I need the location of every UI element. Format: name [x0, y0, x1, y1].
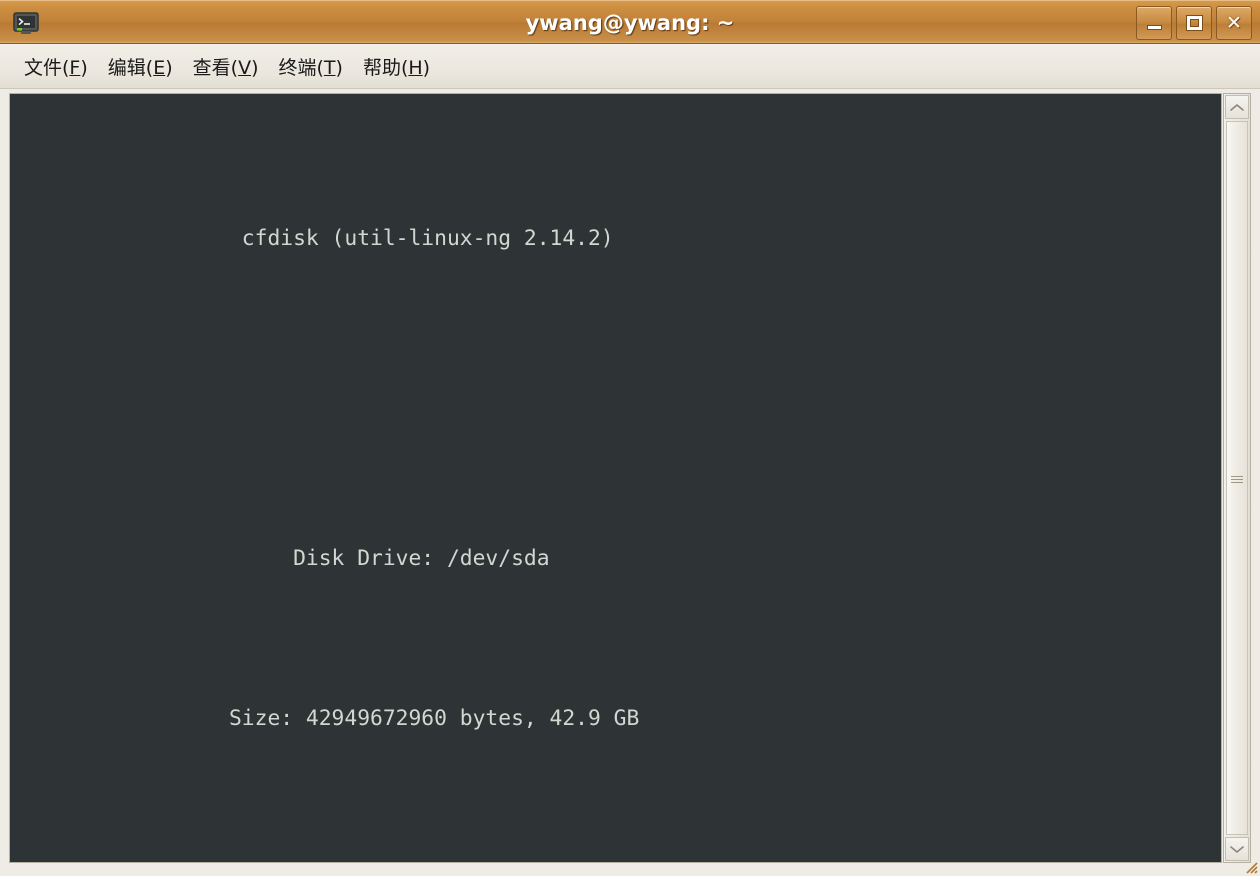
- minimize-icon: [1137, 7, 1171, 39]
- menu-item-edit[interactable]: 编辑(E): [98, 51, 183, 82]
- chevron-up-icon: [1230, 103, 1244, 111]
- scrollbar-thumb[interactable]: [1226, 121, 1248, 835]
- menu-accel-terminal: T: [323, 56, 336, 79]
- menu-label-terminal-text: 终端(: [278, 56, 324, 79]
- menu-label-edit-tail: ): [165, 56, 173, 79]
- scroll-up-button[interactable]: [1225, 95, 1249, 119]
- close-button[interactable]: ✕: [1216, 6, 1252, 40]
- disk-size-label: Size: 42949672960 bytes, 42.9 GB: [228, 706, 640, 731]
- window-titlebar: ywang@ywang: ~ ✕: [0, 0, 1260, 44]
- window-title: ywang@ywang: ~: [525, 11, 735, 35]
- close-icon: ✕: [1226, 11, 1242, 34]
- menu-label-view-text: 查看(: [192, 56, 239, 79]
- menu-label-file-tail: ): [80, 56, 88, 79]
- menu-accel-file: F: [69, 56, 81, 79]
- menu-item-file[interactable]: 文件(F): [14, 51, 98, 82]
- cfdisk-title-line: cfdisk (util-linux-ng 2.14.2): [11, 223, 1220, 255]
- menu-accel-view: V: [238, 56, 252, 79]
- scroll-down-button[interactable]: [1225, 837, 1249, 861]
- terminal-screen[interactable]: cfdisk (util-linux-ng 2.14.2) Disk Drive…: [11, 95, 1220, 861]
- menu-label-file-text: 文件(: [24, 56, 70, 79]
- disk-size-line: Size: 42949672960 bytes, 42.9 GB: [11, 703, 1220, 735]
- menubar: 文件(F) 编辑(E) 查看(V) 终端(T) 帮助(H): [0, 44, 1260, 89]
- window-resize-grip[interactable]: [1243, 859, 1259, 875]
- scrollbar-grip-icon: [1231, 474, 1243, 483]
- menu-item-view[interactable]: 查看(V): [183, 51, 269, 82]
- menu-label-help-text: 帮助(: [362, 56, 409, 79]
- menu-label-view-tail: ): [251, 56, 259, 79]
- menu-item-terminal[interactable]: 终端(T): [268, 51, 352, 82]
- menu-label-terminal-tail: ): [335, 56, 343, 79]
- disk-drive-pad: [11, 546, 293, 571]
- maximize-button[interactable]: [1176, 6, 1212, 40]
- window-controls: ✕: [1136, 6, 1252, 40]
- cfdisk-title: cfdisk (util-linux-ng 2.14.2): [241, 226, 614, 251]
- menu-item-help[interactable]: 帮助(H): [353, 51, 440, 82]
- disk-drive-line: Disk Drive: /dev/sda: [11, 543, 1220, 575]
- minimize-button[interactable]: [1136, 6, 1172, 40]
- menu-label-edit-text: 编辑(: [107, 56, 154, 79]
- terminal-area: cfdisk (util-linux-ng 2.14.2) Disk Drive…: [0, 89, 1260, 876]
- chevron-down-icon: [1230, 845, 1244, 853]
- disk-drive-label: Disk Drive: /dev/sda: [293, 546, 550, 571]
- terminal-window: ywang@ywang: ~ ✕ 文件(F) 编辑(E) 查看(V) 终端(T)…: [0, 0, 1260, 876]
- menu-accel-help: H: [408, 56, 423, 79]
- terminal-scrollbar[interactable]: [1223, 93, 1251, 863]
- maximize-icon: [1177, 7, 1211, 39]
- menu-accel-edit: E: [153, 56, 166, 79]
- cfdisk-title-pad: [11, 226, 242, 251]
- disk-size-pad: [11, 706, 229, 731]
- menu-label-help-tail: ): [422, 56, 431, 79]
